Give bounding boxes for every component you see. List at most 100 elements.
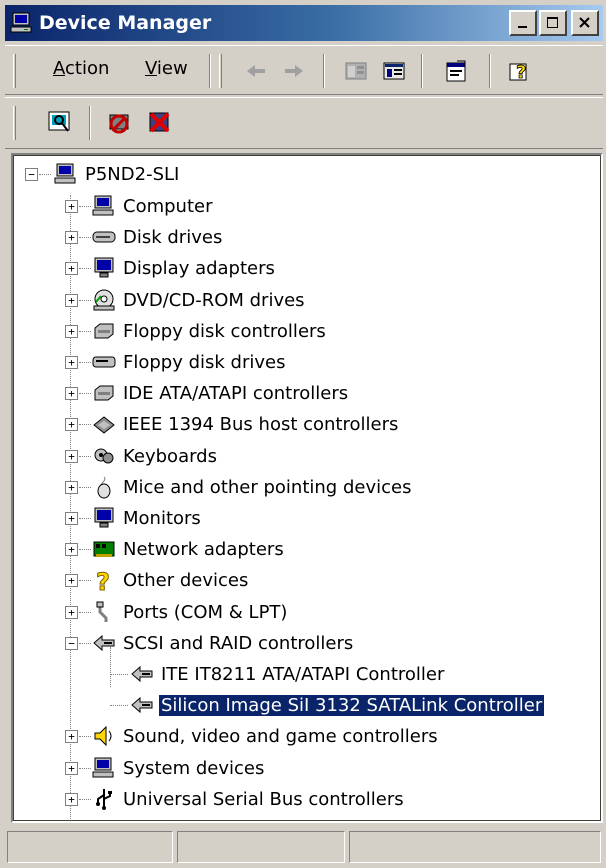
tree-item-label: Computer (123, 195, 213, 217)
tree-item[interactable]: Mice and other pointing devices (91, 474, 413, 500)
expander-keyboards[interactable]: + (65, 450, 78, 463)
scsi-icon (129, 661, 155, 687)
help-icon[interactable]: ? (505, 56, 535, 86)
monitor-icon (91, 505, 117, 531)
close-button[interactable] (571, 10, 599, 36)
title-bar[interactable]: Device Manager (5, 5, 603, 41)
tree-item[interactable]: ? Other devices (91, 567, 250, 593)
expander-system-devices[interactable]: + (65, 762, 78, 775)
menu-view[interactable]: View (145, 58, 188, 79)
tree-item[interactable]: Keyboards (91, 443, 219, 469)
expander-ide-ata-atapi-controllers[interactable]: + (65, 387, 78, 400)
tree-item-label: Universal Serial Bus controllers (123, 788, 404, 810)
tree-item-label: Floppy disk controllers (123, 320, 326, 342)
tree-connector (79, 612, 91, 613)
expander-universal-serial-bus-controllers[interactable]: + (65, 793, 78, 806)
tree-item-label: Disk drives (123, 226, 223, 248)
menu-view-label: iew (156, 58, 188, 79)
tree-connector (79, 300, 91, 301)
tree-item[interactable]: Universal Serial Bus controllers (91, 786, 406, 812)
tree-item[interactable]: Sound, video and game controllers (91, 723, 440, 749)
show-hide-tree-icon[interactable] (341, 56, 371, 86)
tree-item[interactable]: Computer (91, 193, 214, 219)
device-tree[interactable]: − P5ND2-SLI + Computer + Disk drives + Displa… (11, 153, 603, 823)
tree-item[interactable]: IDE ATA/ATAPI controllers (91, 380, 350, 406)
expander-other-devices[interactable]: + (65, 574, 78, 587)
status-pane-2 (177, 831, 345, 863)
toolbar-grip[interactable] (13, 106, 16, 140)
tree-item[interactable]: SCSI and RAID controllers (91, 630, 355, 656)
tree-connector (79, 580, 91, 581)
menu-action[interactable]: Action (53, 58, 109, 79)
port-icon (91, 599, 117, 625)
action-toolbar (5, 97, 603, 149)
maximize-button[interactable] (539, 10, 567, 36)
menu-toolbar: Action View ? (5, 45, 603, 95)
tree-child-item[interactable]: Silicon Image SiI 3132 SATALink Controll… (129, 692, 546, 718)
tree-item-label: Keyboards (123, 445, 217, 467)
tree-item-label: IDE ATA/ATAPI controllers (123, 382, 349, 404)
usb-icon (91, 786, 117, 812)
properties-icon[interactable] (441, 56, 471, 86)
controller-icon (91, 380, 117, 406)
tree-connector (79, 768, 91, 769)
computer-icon (53, 161, 79, 187)
expander-ports-com-lpt-[interactable]: + (65, 606, 78, 619)
tree-item[interactable]: System devices (91, 755, 266, 781)
tree-child-label: ITE IT8211 ATA/ATAPI Controller (161, 663, 445, 685)
tree-root-label: P5ND2-SLI (85, 163, 180, 185)
disable-device-icon[interactable] (105, 108, 135, 138)
forward-arrow-icon[interactable] (279, 56, 309, 86)
tree-item[interactable]: IEEE 1394 Bus host controllers (91, 411, 400, 437)
expander-floppy-disk-controllers[interactable]: + (65, 325, 78, 338)
expander-dvd-cd-rom-drives[interactable]: + (65, 294, 78, 307)
toolbar-separator (209, 54, 211, 88)
tree-connector (79, 736, 91, 737)
tree-item-label: Display adapters (123, 257, 275, 279)
toolbar-grip[interactable] (13, 54, 16, 88)
expander-mice-and-other-pointing-devices[interactable]: + (65, 481, 78, 494)
expander-ieee-1394-bus-host-controllers[interactable]: + (65, 418, 78, 431)
computer-icon (91, 755, 117, 781)
tree-item[interactable]: DVD/CD-ROM drives (91, 287, 307, 313)
disk-drive-icon (91, 224, 117, 250)
tree-item[interactable]: Floppy disk controllers (91, 318, 328, 344)
tree-item-label: SCSI and RAID controllers (123, 632, 354, 654)
tree-item[interactable]: Ports (COM & LPT) (91, 599, 289, 625)
tree-item[interactable]: Monitors (91, 505, 203, 531)
expander-monitors[interactable]: + (65, 512, 78, 525)
toolbar-grip[interactable] (219, 54, 222, 88)
network-card-icon (91, 536, 117, 562)
tree-item[interactable]: Floppy disk drives (91, 349, 287, 375)
expander-disk-drives[interactable]: + (65, 231, 78, 244)
export-list-icon[interactable] (379, 56, 409, 86)
cdrom-icon (91, 287, 117, 313)
tree-connector (79, 268, 91, 269)
tree-root[interactable]: P5ND2-SLI (53, 161, 181, 187)
expander-network-adapters[interactable]: + (65, 543, 78, 556)
expander-scsi-and-raid-controllers[interactable]: − (65, 637, 78, 650)
expander-computer[interactable]: + (65, 200, 78, 213)
scan-hardware-icon[interactable] (45, 108, 75, 138)
expander-display-adapters[interactable]: + (65, 262, 78, 275)
uninstall-device-icon[interactable] (145, 108, 175, 138)
selected-device-label: Silicon Image SiI 3132 SATALink Controll… (157, 693, 546, 717)
expander-floppy-disk-drives[interactable]: + (65, 356, 78, 369)
tree-connector (79, 799, 91, 800)
tree-item[interactable]: Display adapters (91, 255, 277, 281)
back-arrow-icon[interactable] (241, 56, 271, 86)
tree-child-item[interactable]: ITE IT8211 ATA/ATAPI Controller (129, 661, 446, 687)
monitor-icon (91, 255, 117, 281)
tree-connector (79, 331, 91, 332)
tree-item[interactable]: Network adapters (91, 536, 286, 562)
tree-item[interactable]: Disk drives (91, 224, 224, 250)
keyboard-icon (91, 443, 117, 469)
expander-root[interactable]: − (25, 168, 38, 181)
expander-sound-video-and-game-controllers[interactable]: + (65, 730, 78, 743)
minimize-button[interactable] (509, 10, 537, 36)
tree-item-label: Mice and other pointing devices (123, 476, 412, 498)
tree-connector (79, 643, 91, 644)
tree-item-label: IEEE 1394 Bus host controllers (123, 413, 399, 435)
controller-icon (91, 318, 117, 344)
status-pane-3 (349, 831, 601, 863)
